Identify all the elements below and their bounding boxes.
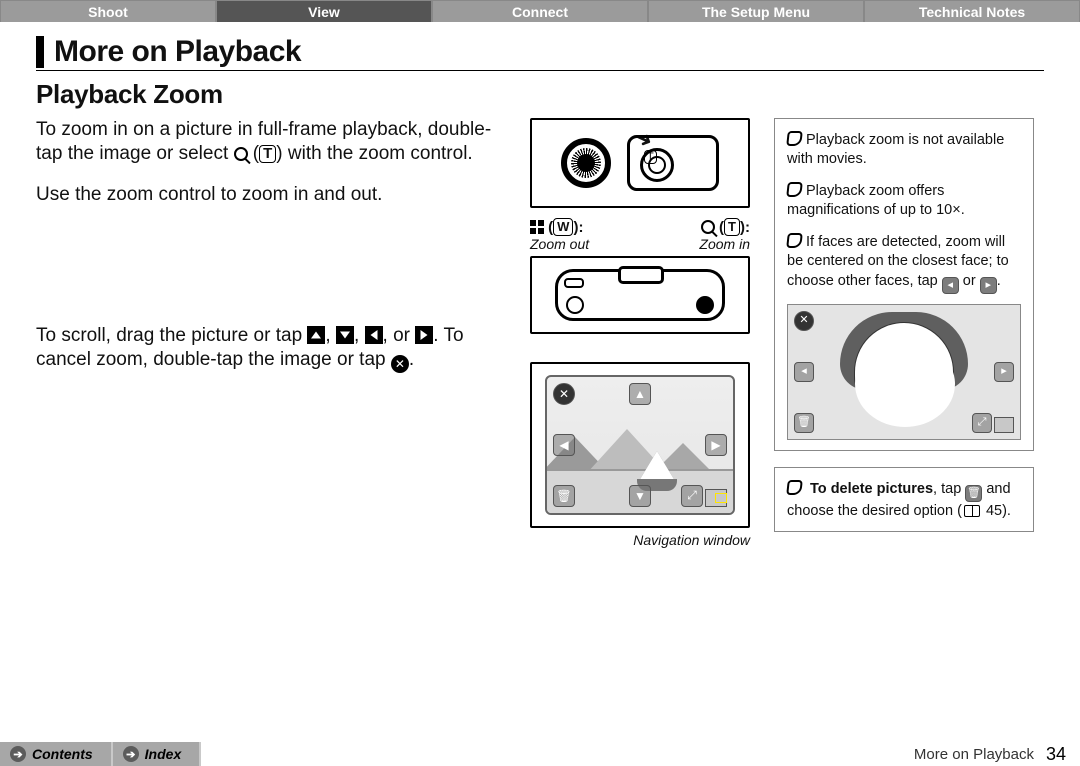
text: ,	[383, 325, 394, 346]
main-text-column: To zoom in on a picture in full-frame pl…	[36, 118, 506, 548]
footer-location-text: More on Playback	[914, 746, 1034, 763]
zoom-out-label: Zoom out	[530, 236, 636, 252]
note-icon	[786, 131, 803, 146]
zoom-control-figure	[530, 256, 750, 334]
down-arrow-icon	[336, 326, 354, 344]
note-icon	[786, 233, 803, 248]
text: .	[997, 273, 1001, 289]
face-next-icon[interactable]: ▸	[994, 362, 1014, 382]
zoom-dial-icon	[561, 138, 611, 188]
sidebar-notes-1: Playback zoom is not available with movi…	[774, 118, 1034, 451]
top-tabs: Shoot View Connect The Setup Menu Techni…	[0, 0, 1080, 22]
text: :	[578, 219, 583, 236]
text: ).	[1002, 503, 1011, 519]
thumbnail-icon	[530, 220, 544, 234]
close-x-icon: ✕	[391, 355, 409, 373]
zoom-in-label: Zoom in	[644, 236, 750, 252]
on-off-switch-icon	[564, 278, 584, 288]
tab-setup-menu[interactable]: The Setup Menu	[648, 0, 864, 22]
sidebar-notes-2: To delete pictures, tap 🗑 and choose the…	[774, 467, 1034, 533]
footer-index-label: Index	[145, 746, 182, 762]
text: :	[745, 219, 750, 236]
section-rule	[36, 70, 1044, 71]
text: To scroll, drag the picture or tap	[36, 325, 307, 346]
scroll-right-icon[interactable]: ▶	[705, 434, 727, 456]
face-detect-figure: ✕ ◂ ▸ 🗑 ⤢	[787, 304, 1021, 440]
sidebar-column: Playback zoom is not available with movi…	[774, 118, 1034, 548]
camera-body-icon	[627, 135, 719, 191]
text: .	[409, 349, 414, 370]
tab-technical-notes[interactable]: Technical Notes	[864, 0, 1080, 22]
w-key-icon: W	[553, 218, 573, 236]
note-icon	[786, 182, 803, 197]
page-number: 34	[1046, 744, 1066, 765]
t-key-icon: T	[259, 145, 276, 163]
note-text: Playback zoom is not available with movi…	[787, 132, 1004, 168]
page-ref-number: 45	[986, 503, 1002, 519]
t-key-icon: T	[724, 218, 740, 236]
section-title: More on Playback	[36, 36, 1044, 68]
close-icon[interactable]: ✕	[553, 383, 575, 405]
tab-connect[interactable]: Connect	[432, 0, 648, 22]
text: , tap	[933, 481, 965, 497]
figure-column: ➜ T (W): Zoom out (T): Zoom in	[530, 118, 750, 548]
navigation-window-figure: ✕ ▲ ▼ ◀ ▶ 🗑 ⤢	[530, 362, 750, 528]
note-icon	[786, 480, 803, 495]
scroll-left-icon[interactable]: ◀	[553, 434, 575, 456]
shutter-button-icon	[566, 296, 584, 314]
text: ,	[325, 325, 336, 346]
footer-location: More on Playback 34	[914, 742, 1080, 766]
scroll-up-icon[interactable]: ▲	[629, 383, 651, 405]
nav-window-caption: Navigation window	[530, 532, 750, 548]
tab-view[interactable]: View	[216, 0, 432, 22]
expand-icon[interactable]: ⤢	[972, 413, 992, 433]
footer-contents-label: Contents	[32, 746, 93, 762]
arrow-right-icon: ➔	[123, 746, 139, 762]
text: or	[959, 273, 980, 289]
minimap-icon	[705, 489, 727, 507]
camera-dial-figure: ➜ T	[530, 118, 750, 208]
zoom-knob-icon	[618, 266, 664, 284]
play-button-icon	[696, 296, 714, 314]
paragraph-1: To zoom in on a picture in full-frame pl…	[36, 118, 506, 167]
zoom-labels: (W): Zoom out (T): Zoom in	[530, 218, 750, 252]
footer-contents-button[interactable]: ➔ Contents	[0, 742, 113, 766]
subsection-title: Playback Zoom	[36, 79, 1044, 110]
page-ref-icon	[964, 505, 980, 517]
paragraph-3: To scroll, drag the picture or tap , , ,…	[36, 324, 506, 374]
page-body: More on Playback Playback Zoom To zoom i…	[0, 36, 1080, 548]
magnifier-icon	[701, 220, 715, 234]
close-icon[interactable]: ✕	[794, 311, 814, 331]
note-text: Playback zoom offers magnifications of u…	[787, 183, 965, 219]
face-prev-icon: ◂	[942, 277, 959, 294]
trash-icon: 🗑	[965, 485, 982, 502]
expand-icon[interactable]: ⤢	[681, 485, 703, 507]
arrow-right-icon: ➔	[10, 746, 26, 762]
playback-screen: ✕ ▲ ▼ ◀ ▶ 🗑 ⤢	[545, 375, 735, 515]
scroll-down-icon[interactable]: ▼	[629, 485, 651, 507]
right-arrow-icon	[415, 326, 433, 344]
note-text-bold: To delete pictures	[810, 481, 933, 497]
face-prev-icon[interactable]: ◂	[794, 362, 814, 382]
text: ) with the zoom control.	[276, 143, 472, 164]
text: or	[393, 325, 415, 346]
up-arrow-icon	[307, 326, 325, 344]
magnifier-icon	[234, 147, 248, 161]
footer-index-button[interactable]: ➔ Index	[113, 742, 202, 766]
trash-icon[interactable]: 🗑	[794, 413, 814, 433]
left-arrow-icon	[365, 326, 383, 344]
trash-icon[interactable]: 🗑	[553, 485, 575, 507]
camera-lens-icon	[640, 148, 674, 182]
face-next-icon: ▸	[980, 277, 997, 294]
text: ,	[354, 325, 365, 346]
footer: ➔ Contents ➔ Index More on Playback 34	[0, 742, 1080, 766]
paragraph-2: Use the zoom control to zoom in and out.	[36, 183, 506, 208]
tab-shoot[interactable]: Shoot	[0, 0, 216, 22]
minimap-icon	[994, 417, 1014, 433]
